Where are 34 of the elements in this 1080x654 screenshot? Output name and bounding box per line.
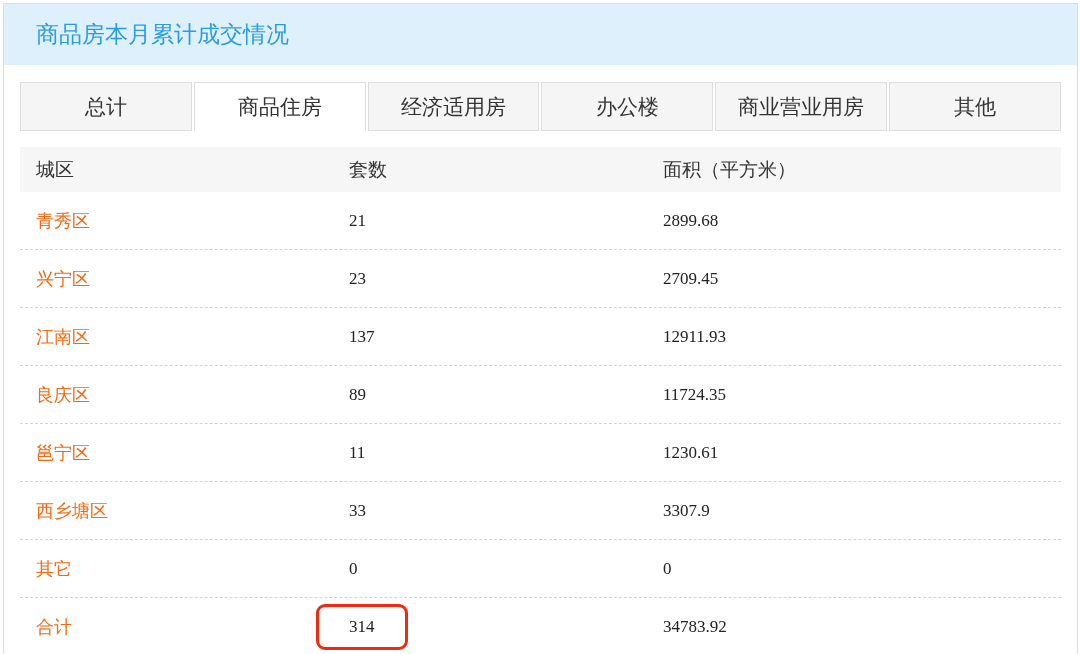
- table-cell: 314: [319, 606, 405, 647]
- district-link[interactable]: 其它: [36, 556, 72, 581]
- table-cell: 2709.45: [663, 268, 719, 289]
- table-cell: 0: [349, 558, 358, 579]
- table-cell: 137: [349, 326, 375, 347]
- table-cell: 1230.61: [663, 442, 719, 463]
- column-header: 面积（平方米）: [663, 156, 797, 182]
- table-cell: 21: [349, 210, 366, 231]
- table-cell: 12911.93: [663, 326, 727, 347]
- panel-title: 商品房本月累计成交情况: [36, 20, 289, 49]
- district-link[interactable]: 青秀区: [36, 208, 90, 233]
- tab[interactable]: 商业营业用房: [715, 82, 888, 131]
- table-cell: 89: [349, 384, 366, 405]
- tab[interactable]: 其他: [889, 82, 1061, 131]
- district-link[interactable]: 江南区: [36, 324, 90, 349]
- table-cell: 23: [349, 268, 366, 289]
- tab[interactable]: 办公楼: [541, 82, 714, 131]
- tab[interactable]: 商品住房: [193, 82, 366, 131]
- table-cell: 2899.68: [663, 210, 719, 231]
- column-header: 套数: [349, 156, 388, 182]
- table-cell: 33: [349, 500, 366, 521]
- table-cell: 11: [349, 442, 366, 463]
- table-cell: 3307.9: [663, 500, 710, 521]
- district-link[interactable]: 合计: [36, 614, 72, 639]
- table-cell: 34783.92: [663, 616, 727, 637]
- table-cell: 11724.35: [663, 384, 727, 405]
- district-link[interactable]: 西乡塘区: [36, 498, 108, 523]
- district-link[interactable]: 兴宁区: [36, 266, 90, 291]
- tab[interactable]: 总计: [20, 82, 192, 131]
- table-cell: 0: [663, 558, 672, 579]
- district-link[interactable]: 良庆区: [36, 382, 90, 407]
- district-link[interactable]: 邕宁区: [36, 440, 90, 465]
- column-header: 城区: [36, 156, 75, 182]
- tab[interactable]: 经济适用房: [367, 82, 540, 131]
